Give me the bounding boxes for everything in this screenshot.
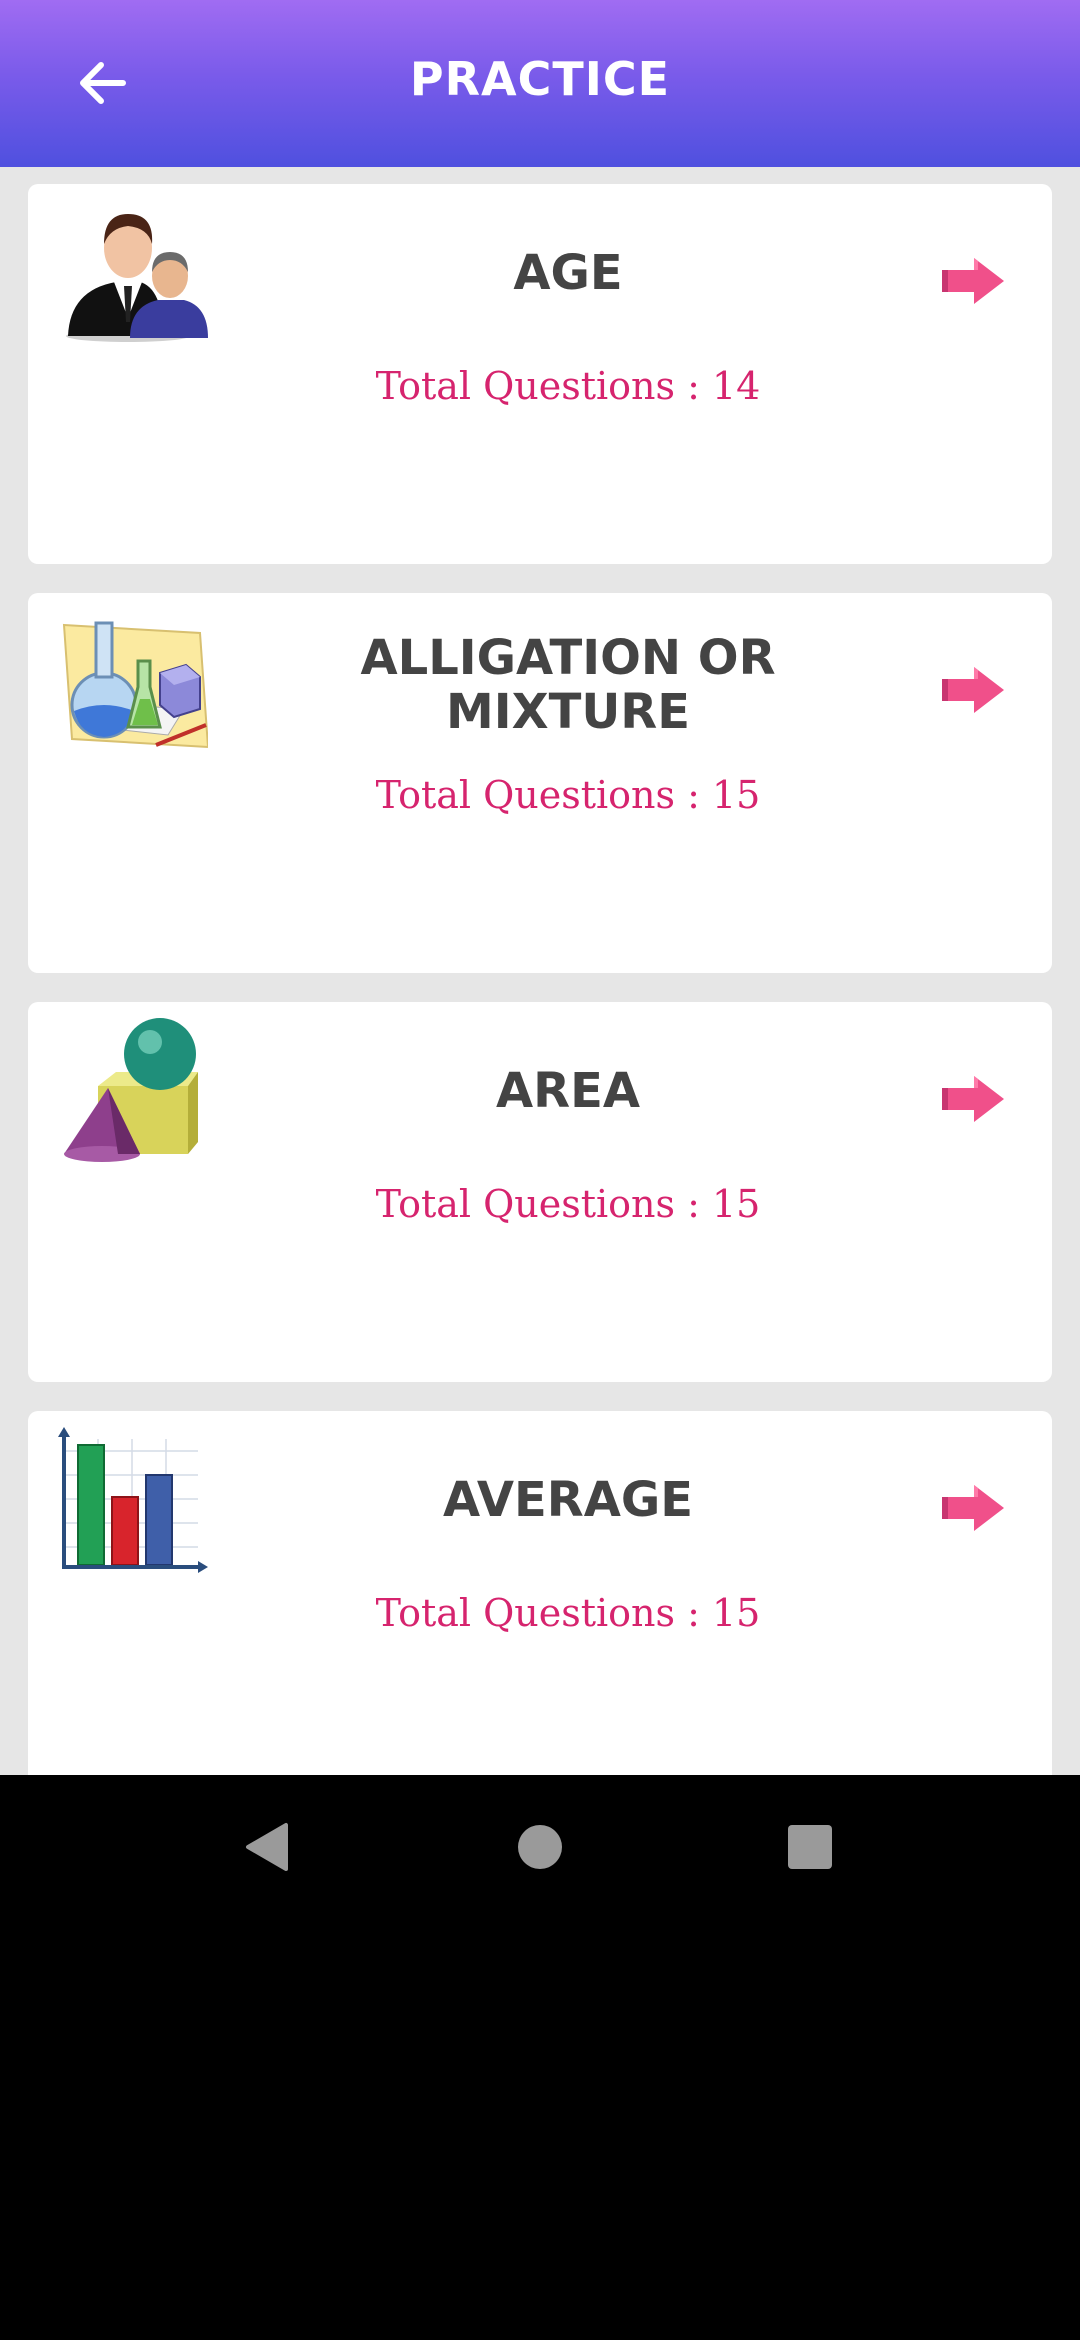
practice-screen: PRACTICE AGE Total Questions : 14 ALLIGA… bbox=[0, 0, 1080, 1775]
lab-flask-icon bbox=[62, 621, 208, 749]
topic-card-average[interactable]: AVERAGE Total Questions : 15 bbox=[28, 1411, 1052, 1775]
topic-question-count: Total Questions : 15 bbox=[375, 773, 761, 817]
topic-title: AREA bbox=[495, 1063, 641, 1119]
topic-title: AGE bbox=[513, 245, 623, 301]
page-title: PRACTICE bbox=[409, 52, 671, 106]
arrow-right-icon[interactable] bbox=[940, 1072, 1006, 1126]
system-navigation-bar bbox=[0, 1775, 1080, 1920]
geometric-shapes-icon bbox=[64, 1018, 198, 1162]
topic-question-count: Total Questions : 15 bbox=[375, 1182, 761, 1226]
nav-recents-icon[interactable] bbox=[784, 1821, 836, 1873]
topic-card-alligation[interactable]: ALLIGATION OR MIXTURE Total Questions : … bbox=[28, 593, 1052, 973]
bar-chart-icon bbox=[58, 1427, 208, 1573]
arrow-right-icon[interactable] bbox=[940, 1481, 1006, 1535]
topic-list: AGE Total Questions : 14 ALLIGATION OR M… bbox=[28, 184, 1052, 1775]
arrow-right-icon[interactable] bbox=[940, 663, 1006, 717]
topic-title: AVERAGE bbox=[442, 1472, 694, 1528]
topic-card-age[interactable]: AGE Total Questions : 14 bbox=[28, 184, 1052, 564]
app-bar: PRACTICE bbox=[0, 0, 1080, 167]
arrow-right-icon[interactable] bbox=[940, 254, 1006, 308]
topic-question-count: Total Questions : 15 bbox=[375, 1591, 761, 1635]
topic-card-area[interactable]: AREA Total Questions : 15 bbox=[28, 1002, 1052, 1382]
topic-question-count: Total Questions : 14 bbox=[375, 364, 761, 408]
topic-title: ALLIGATION OR MIXTURE bbox=[360, 630, 776, 740]
nav-home-icon[interactable] bbox=[514, 1821, 566, 1873]
people-icon bbox=[66, 214, 208, 342]
nav-back-icon[interactable] bbox=[242, 1821, 294, 1873]
